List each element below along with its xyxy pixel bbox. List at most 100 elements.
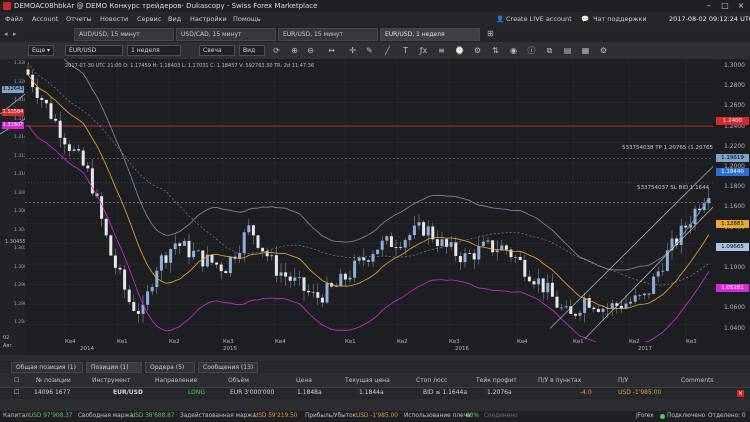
support-chat-button[interactable]: Чат поддержки [593,15,647,23]
candle-body [320,297,324,303]
menu-service[interactable]: Сервис [137,15,161,23]
left-price-box-blue: 1.32643 [2,86,24,93]
candle-body [187,240,191,258]
col-pl-pips[interactable]: П/У в пунктах [538,377,581,384]
select-all-checkbox[interactable]: ☐ [14,377,19,384]
tab-orders[interactable]: Ордера (5) [145,362,195,373]
jforex-label: JForex [636,413,654,419]
price-chart[interactable]: 2017-07-30 UTC 21:00 O: 1.17459 H: 1.184… [25,59,715,342]
instrument-select[interactable]: EUR/USD [65,45,123,56]
refresh-icon[interactable]: ⟳ [271,45,282,56]
quarter-label: Кв2 [397,339,408,345]
candle-body [192,250,196,258]
create-live-account-button[interactable]: Create LIVE account [506,15,572,23]
pencil-icon[interactable]: ✎ [364,45,375,56]
cell-take-profit[interactable]: 1.2076a [487,389,512,396]
add-tab-icon[interactable]: ⊞ [487,29,494,38]
cell-volume: EUR 3'000'000 [230,389,275,396]
notes-icon[interactable]: ▤ [562,45,573,56]
col-volume[interactable]: Объём [228,377,249,384]
tab-messages[interactable]: Сообщения (13) [198,362,258,373]
candle-body [610,303,614,309]
tab-audusd-15m[interactable]: AUD/USD, 15 минут [74,28,174,41]
menu-view[interactable]: Вид [168,15,181,23]
candle-body [316,292,320,298]
candle-body [77,149,81,151]
objects-icon[interactable]: ≡ [436,45,447,56]
candle-body [412,225,416,236]
template-icon[interactable]: ▦ [580,45,591,56]
col-position-id[interactable]: № позиции [36,377,71,384]
scroll-right-icon[interactable]: ▸ [13,30,17,38]
settings-icon[interactable]: ⚙ [598,45,609,56]
scroll-left-icon[interactable]: ◂ [4,30,8,38]
row-checkbox[interactable]: ☐ [14,389,19,396]
col-pl[interactable]: П/У [618,377,628,384]
close-position-icon[interactable]: × [737,390,744,397]
col-current-price[interactable]: Текущая цена [345,377,390,384]
close-icon[interactable]: × [735,1,747,11]
more-dropdown[interactable]: Еще ▾ [28,45,54,56]
detached-count: Отделено: 0 [708,413,746,419]
more-label: Еще [32,47,46,54]
cell-stop-loss[interactable]: BID ≤ 1.1644a [423,389,467,396]
tab-eurusd-1w[interactable]: EUR/USD, 1 неделя [380,28,480,41]
candle-body [523,259,527,277]
tab-summary-position[interactable]: Общая позиция (1) [11,362,83,373]
menu-help[interactable]: Помощь [233,15,261,23]
time-axis[interactable] [25,342,713,355]
candle-body [564,306,568,308]
price-tick: 1.0600 [724,304,745,312]
view-select[interactable]: Вид [239,45,265,56]
col-take-profit[interactable]: Тейк профит [476,377,517,384]
zoom-out-icon[interactable]: ⊖ [305,45,316,56]
price-tick: 1.1600 [724,203,745,211]
candle-body [164,255,168,263]
col-direction[interactable]: Направление [155,377,197,384]
candle-body [150,287,154,292]
period-icon[interactable]: ⌚ [454,45,465,56]
candle-body [408,235,412,241]
menu-settings[interactable]: Настройки [190,15,227,23]
candle-body [445,239,449,247]
trendline-icon[interactable]: ╱ [382,45,393,56]
candle-body [403,240,407,248]
copy-icon[interactable]: ⧉ [544,45,555,56]
candle-body [454,242,458,256]
menu-reports[interactable]: Отчеты [66,15,92,23]
tab-positions[interactable]: Позиции (1) [86,362,142,373]
bollinger-lower-line [27,125,710,342]
indicator-icon[interactable]: ƒx [418,45,429,56]
pan-icon[interactable]: ↔ [326,45,337,56]
col-comments[interactable]: Comments [681,377,714,384]
menu-file[interactable]: Файл [5,15,23,23]
text-icon[interactable]: T [400,45,411,56]
cell-position-id: 14096 1677 [34,389,71,396]
menu-news[interactable]: Новости [100,15,128,23]
connection-status: Соединено [484,413,518,419]
crosshair-icon[interactable]: ✛ [347,45,358,56]
chart-type-select[interactable]: Свеча [199,45,235,56]
col-instrument[interactable]: Инструмент [92,377,130,384]
period-select[interactable]: 1 неделя [127,45,181,56]
signal-icon[interactable]: ◉ [508,45,519,56]
info-icon[interactable]: ⓘ [526,45,537,56]
candle-body [527,276,531,282]
sync-icon[interactable]: ⇅ [490,45,501,56]
strategy-icon[interactable]: ⚙ [472,45,483,56]
col-price[interactable]: Цена [296,377,312,384]
zoom-in-icon[interactable]: ⊕ [289,45,300,56]
candle-body [251,225,255,236]
tab-eurusd-15m[interactable]: EUR/USD, 15 минут [278,28,378,41]
tab-usdcad-15m[interactable]: USD/CAD, 15 минут [176,28,276,41]
candle-body [426,226,430,236]
maximize-icon[interactable]: □ [719,1,731,11]
table-row[interactable]: ☐ 14096 1677 EUR/USD LONG EUR 3'000'000 … [0,388,750,399]
candle-body [334,286,338,288]
person-icon: 👤 [496,15,505,23]
col-stop-loss[interactable]: Стоп лосс [416,377,447,384]
chart-toolbar: Еще ▾ EUR/USD 1 неделя Свеча Вид ⟳ ⊕ ⊖ ↔… [0,42,750,60]
menu-account[interactable]: Account [32,15,58,23]
left-side-label: 1.30455 [5,239,26,245]
minimize-icon[interactable]: – [703,1,715,11]
